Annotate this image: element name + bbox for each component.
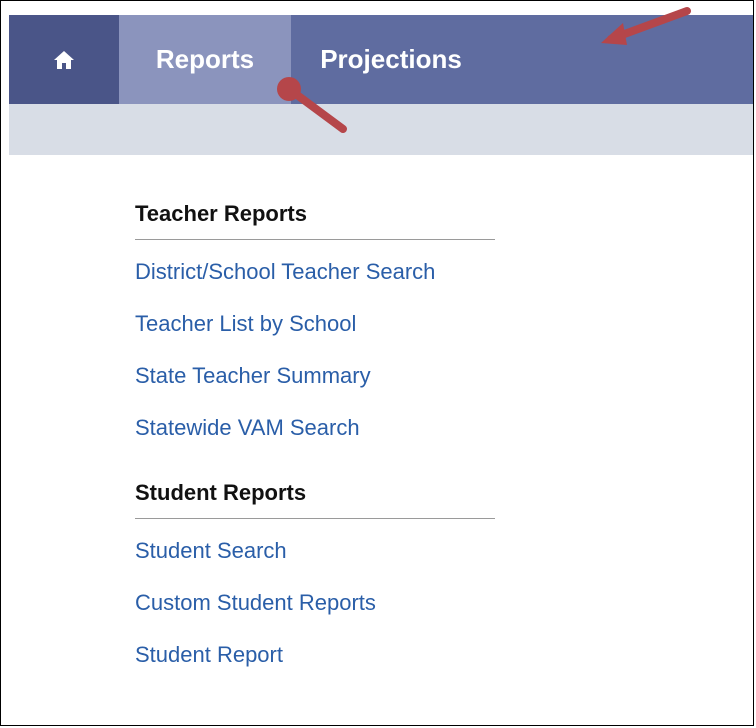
top-navigation-bar: Reports Projections <box>9 15 753 104</box>
student-reports-list: Student Search Custom Student Reports St… <box>135 525 535 681</box>
home-button[interactable] <box>9 15 119 104</box>
teacher-reports-heading: Teacher Reports <box>135 201 495 240</box>
sub-navigation-bar <box>9 104 753 155</box>
home-icon <box>54 50 74 69</box>
tab-projections-label: Projections <box>320 44 462 74</box>
link-statewide-vam-search[interactable]: Statewide VAM Search <box>135 402 535 454</box>
link-student-search[interactable]: Student Search <box>135 525 535 577</box>
link-student-report[interactable]: Student Report <box>135 629 535 681</box>
link-district-school-teacher-search[interactable]: District/School Teacher Search <box>135 246 535 298</box>
reports-menu: Teacher Reports District/School Teacher … <box>135 201 535 681</box>
page-frame: Reports Projections Teacher Reports Dist… <box>0 0 754 726</box>
link-custom-student-reports[interactable]: Custom Student Reports <box>135 577 535 629</box>
teacher-reports-list: District/School Teacher Search Teacher L… <box>135 246 535 454</box>
link-teacher-list-by-school[interactable]: Teacher List by School <box>135 298 535 350</box>
tab-reports[interactable]: Reports <box>119 15 291 104</box>
link-state-teacher-summary[interactable]: State Teacher Summary <box>135 350 535 402</box>
tab-projections[interactable]: Projections <box>291 15 491 104</box>
student-reports-heading: Student Reports <box>135 480 495 519</box>
tab-reports-label: Reports <box>155 44 255 74</box>
